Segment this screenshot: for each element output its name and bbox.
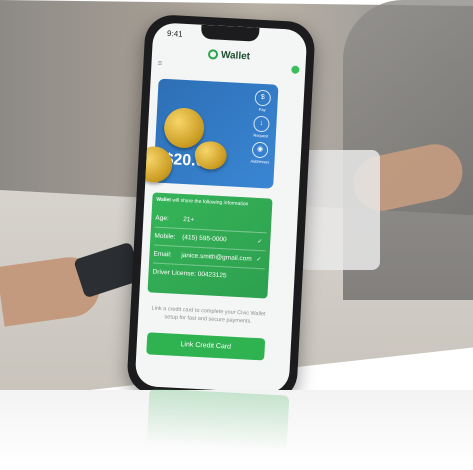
share-heading: Wallet will share the following informat…	[156, 197, 248, 208]
addresses-label: Addresses	[250, 158, 270, 165]
phone-mockup: 9:41 Wallet ≡ $20.00 $ Pay ↓ Request ◉ A…	[126, 13, 316, 403]
pay-label: Pay	[258, 106, 266, 113]
card-actions: $ Pay ↓ Request ◉ Addresses	[250, 89, 272, 169]
request-icon[interactable]: ↓	[253, 115, 270, 133]
field-value: 00423125	[197, 270, 227, 280]
divider	[153, 262, 265, 270]
divider	[153, 244, 266, 252]
share-brand: Wallet	[156, 196, 172, 204]
app-header: Wallet	[152, 46, 306, 65]
coin-icon	[163, 106, 206, 149]
field-label: Driver License:	[152, 268, 197, 278]
link-credit-card-button[interactable]: Link Credit Card	[146, 332, 266, 361]
wallet-logo-icon	[207, 49, 219, 60]
location-icon[interactable]: ◉	[251, 141, 269, 159]
link-card-prompt: Link a credit card to complete your Civi…	[151, 305, 266, 325]
share-row-license: Driver License: 00423125	[152, 269, 262, 282]
wallet-card[interactable]: $20.00 $ Pay ↓ Request ◉ Addresses	[135, 78, 279, 189]
payment-terminal	[300, 150, 380, 270]
coin-icon	[194, 140, 228, 171]
status-time: 9:41	[166, 28, 183, 39]
field-label: Age:	[155, 214, 169, 223]
field-label: Mobile:	[154, 232, 176, 241]
coins-illustration	[135, 106, 239, 191]
menu-icon[interactable]: ≡	[157, 58, 162, 67]
pay-icon[interactable]: $	[254, 89, 272, 107]
app-title: Wallet	[220, 49, 251, 63]
share-row-mobile: Mobile: (415) 595-0000 ✓	[154, 233, 264, 246]
share-row-email: Email: janice.smith@gmail.com ✓	[153, 251, 263, 264]
field-value: 21+	[182, 216, 195, 224]
check-icon: ✓	[257, 238, 263, 246]
share-row-age: Age: 21+	[155, 215, 265, 228]
profile-icon[interactable]	[291, 65, 300, 74]
request-label: Request	[253, 132, 269, 139]
scene: 9:41 Wallet ≡ $20.00 $ Pay ↓ Request ◉ A…	[0, 0, 473, 470]
phone-notch	[200, 24, 260, 42]
coin-icon	[135, 145, 174, 184]
field-value: (415) 595-0000	[182, 234, 227, 244]
field-value: janice.smith@gmail.com	[181, 251, 252, 263]
share-info-panel: Wallet will share the following informat…	[147, 192, 273, 299]
share-heading-text: will share the following information	[172, 197, 249, 208]
check-icon: ✓	[256, 256, 262, 264]
phone-screen: 9:41 Wallet ≡ $20.00 $ Pay ↓ Request ◉ A…	[134, 22, 308, 394]
divider	[154, 226, 267, 234]
field-label: Email:	[153, 250, 172, 259]
phone-reflection	[146, 388, 290, 452]
